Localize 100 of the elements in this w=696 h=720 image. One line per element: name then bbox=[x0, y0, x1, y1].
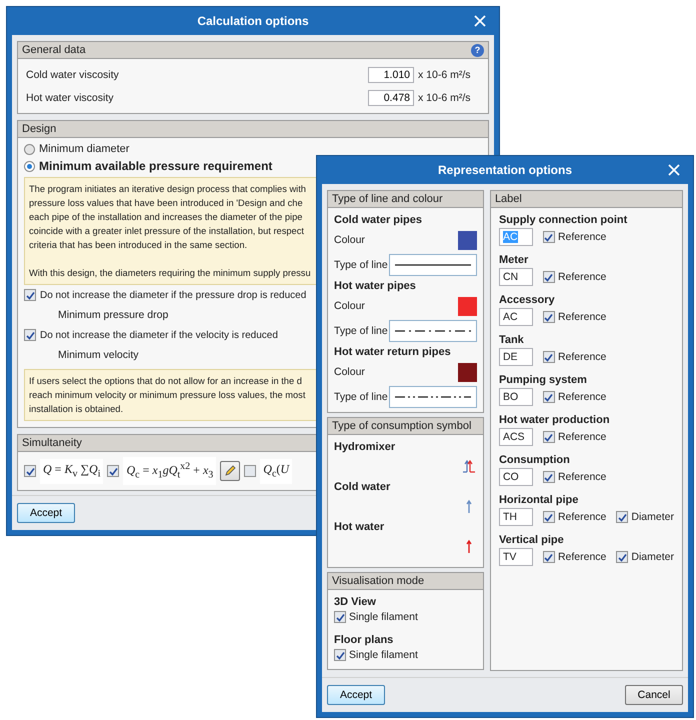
field-label: Hot water viscosity bbox=[26, 92, 115, 104]
checkbox[interactable] bbox=[542, 351, 555, 363]
code-field[interactable]: DE bbox=[498, 348, 533, 366]
radio-button[interactable] bbox=[24, 160, 35, 172]
number-field[interactable]: 0.478 bbox=[368, 90, 414, 106]
pencil-icon bbox=[224, 465, 236, 478]
item-name: Vertical pipe bbox=[498, 534, 565, 546]
checkbox[interactable] bbox=[244, 465, 256, 478]
section-title: Type of consumption symbol bbox=[332, 420, 472, 432]
formula: Q$_{c}$ = x$_{1}$gQ$_{t}$$^{x2}$ + x$_{3}$ bbox=[123, 457, 216, 486]
item-name: Pumping system bbox=[498, 374, 588, 386]
checkbox-label: Reference bbox=[558, 311, 606, 323]
checkbox[interactable] bbox=[542, 391, 555, 403]
item-name: Consumption bbox=[498, 454, 571, 466]
checkbox[interactable] bbox=[542, 551, 555, 563]
checkbox-label: Single filament bbox=[349, 649, 418, 661]
field-label: Type of line bbox=[334, 391, 388, 403]
accept-button[interactable]: Accept bbox=[17, 503, 75, 523]
close-icon[interactable] bbox=[474, 15, 486, 27]
radio-label: Minimum diameter bbox=[39, 143, 130, 155]
section-title: Visualisation mode bbox=[332, 575, 424, 587]
field-label: Colour bbox=[334, 366, 365, 378]
item-name: Horizontal pipe bbox=[498, 494, 580, 506]
checkbox[interactable] bbox=[334, 611, 346, 623]
radio-button[interactable] bbox=[24, 144, 35, 154]
checkbox[interactable] bbox=[616, 511, 628, 523]
item-name: Tank bbox=[498, 334, 525, 346]
checkbox[interactable] bbox=[542, 271, 555, 283]
section-title: Label bbox=[494, 193, 522, 205]
item-name: Hot water production bbox=[498, 414, 611, 426]
code-field[interactable]: CN bbox=[498, 268, 533, 286]
mode-name: Floor plans bbox=[334, 634, 394, 646]
colour-swatch[interactable] bbox=[458, 296, 477, 316]
radio-label: Minimum available pressure requirement bbox=[39, 159, 272, 173]
checkbox[interactable] bbox=[542, 511, 555, 523]
colour-swatch[interactable] bbox=[458, 230, 477, 250]
field-label: Colour bbox=[334, 300, 365, 312]
checkbox[interactable] bbox=[616, 551, 628, 563]
checkbox[interactable] bbox=[107, 465, 120, 478]
checkbox[interactable] bbox=[542, 231, 555, 243]
checkbox-label: Reference bbox=[558, 271, 606, 283]
checkbox-label: Single filament bbox=[349, 611, 418, 623]
checkbox-label: Reference bbox=[558, 471, 606, 483]
code-field[interactable]: CO bbox=[498, 468, 533, 486]
checkbox[interactable] bbox=[334, 649, 346, 661]
pipe-name: Cold water pipes bbox=[334, 214, 424, 226]
checkbox[interactable] bbox=[24, 329, 36, 341]
window-title: Representation options bbox=[438, 163, 572, 177]
checkbox[interactable] bbox=[24, 465, 36, 478]
formula: Q$_{c}$(U bbox=[260, 458, 292, 484]
line-type-field[interactable] bbox=[388, 386, 477, 408]
close-icon[interactable] bbox=[668, 164, 680, 176]
code-field[interactable]: TH bbox=[498, 508, 533, 526]
line-type-field[interactable] bbox=[388, 320, 477, 342]
checkbox-label: Reference bbox=[558, 391, 606, 403]
checkbox-label: Reference bbox=[558, 231, 606, 243]
section-title: Simultaneity bbox=[22, 437, 82, 449]
field-label: Minimum velocity bbox=[58, 349, 139, 361]
field-label: Minimum pressure drop bbox=[58, 309, 168, 321]
field-label: Type of line bbox=[334, 259, 388, 271]
formula: Q = K$_{v}$ ∑Q$_{i}$ bbox=[40, 458, 104, 484]
field-label: Type of line bbox=[334, 325, 388, 337]
field-label: Cold water viscosity bbox=[26, 68, 120, 80]
checkbox-label: Reference bbox=[558, 551, 606, 563]
window-title: Calculation options bbox=[197, 14, 309, 28]
field-label: Colour bbox=[334, 234, 365, 246]
colour-swatch[interactable] bbox=[458, 362, 477, 382]
checkbox[interactable] bbox=[542, 431, 555, 443]
accept-button[interactable]: Accept bbox=[327, 685, 385, 705]
section-title: General data bbox=[22, 44, 86, 56]
unit-label: x 10-6 m²/s bbox=[418, 68, 472, 80]
checkbox-label: Do not increase the diameter if the velocity is reduced bbox=[40, 330, 278, 340]
mode-name: 3D View bbox=[334, 596, 377, 608]
line-type-field[interactable] bbox=[388, 254, 477, 276]
symbol-name: Cold water bbox=[334, 481, 392, 493]
code-field[interactable]: BO bbox=[498, 388, 533, 406]
checkbox-label: Diameter bbox=[631, 511, 674, 523]
checkbox[interactable] bbox=[542, 471, 555, 483]
code-field[interactable]: AC bbox=[498, 308, 533, 326]
item-name: Accessory bbox=[498, 294, 556, 306]
cancel-button[interactable]: Cancel bbox=[625, 685, 683, 705]
pipe-name: Hot water pipes bbox=[334, 280, 417, 292]
symbol-name: Hot water bbox=[334, 521, 386, 533]
section-title: Type of line and colour bbox=[332, 193, 443, 205]
checkbox[interactable] bbox=[24, 289, 36, 301]
unit-label: x 10-6 m²/s bbox=[418, 92, 472, 104]
item-name: Supply connection point bbox=[498, 214, 628, 226]
symbol-name: Hydromixer bbox=[334, 441, 396, 453]
code-field[interactable]: ACS bbox=[498, 428, 533, 446]
checkbox-label: Reference bbox=[558, 511, 606, 523]
checkbox[interactable] bbox=[542, 311, 555, 323]
checkbox-label: Reference bbox=[558, 431, 606, 443]
number-field[interactable]: 1.010 bbox=[368, 66, 414, 82]
edit-button[interactable] bbox=[220, 461, 240, 482]
checkbox-label: Reference bbox=[558, 351, 606, 363]
checkbox-label: Diameter bbox=[631, 551, 674, 563]
item-name: Meter bbox=[498, 254, 530, 266]
help-button[interactable]: ? bbox=[471, 44, 484, 56]
pipe-name: Hot water return pipes bbox=[334, 346, 452, 358]
code-field[interactable]: TV bbox=[498, 548, 533, 566]
